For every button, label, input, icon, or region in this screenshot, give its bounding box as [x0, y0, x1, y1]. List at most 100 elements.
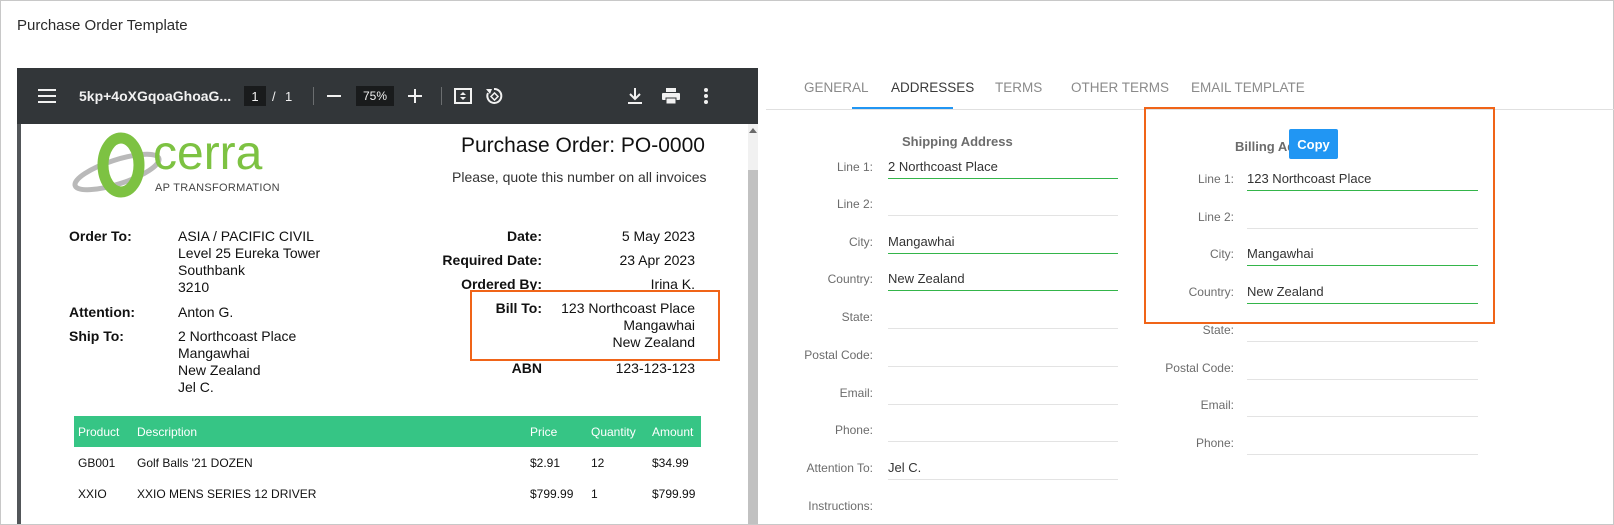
download-icon[interactable]: [623, 84, 647, 108]
page-total: 1: [285, 88, 293, 104]
company-logo: cerra AP TRANSFORMATION: [69, 127, 299, 210]
table-cell: 1: [591, 486, 598, 501]
shipping-city-label: City:: [849, 235, 873, 249]
order-to-line: Level 25 Eureka Tower: [178, 245, 321, 261]
abn-label: ABN: [511, 360, 542, 376]
billing-postal-code-field[interactable]: [1247, 357, 1478, 380]
pdf-toolbar: 5kp+4oXGqoaGhoaG... 1 / 1 75%: [17, 68, 758, 124]
menu-icon[interactable]: [35, 84, 59, 108]
tab-terms[interactable]: TERMS: [995, 68, 1042, 108]
required-date-label: Required Date:: [442, 252, 542, 268]
ship-to-line: 2 Northcoast Place: [178, 328, 297, 344]
shipping-line1-label: Line 1:: [836, 160, 873, 174]
table-cell: $34.99: [652, 455, 689, 470]
print-icon[interactable]: [659, 84, 683, 108]
tab-addresses[interactable]: ADDRESSES: [891, 68, 974, 108]
table-cell: $2.91: [530, 455, 561, 470]
tab-email-template[interactable]: EMAIL TEMPLATE: [1191, 68, 1305, 108]
pdf-viewer: 5kp+4oXGqoaGhoaG... 1 / 1 75% cerra AP T…: [17, 68, 758, 524]
po-title: Purchase Order: PO-0000: [461, 134, 705, 157]
shipping-state-label: State:: [841, 310, 873, 324]
billing-email-label: Email:: [1200, 398, 1234, 412]
billing-state-field[interactable]: [1247, 319, 1478, 342]
shipping-email-label: Email:: [839, 386, 873, 400]
shipping-country-field[interactable]: New Zealand: [888, 268, 1118, 291]
table-cell: XXIO MENS SERIES 12 DRIVER: [137, 486, 317, 501]
page-number-input[interactable]: 1: [244, 86, 266, 106]
pdf-filename: 5kp+4oXGqoaGhoaG...: [79, 88, 232, 104]
shipping-phone-field[interactable]: [888, 419, 1118, 442]
table-cell: XXIO: [78, 486, 107, 501]
billing-phone-field[interactable]: [1247, 432, 1478, 455]
billing-email-field[interactable]: [1247, 394, 1478, 417]
billing-address-highlight: [1144, 107, 1495, 324]
toolbar-divider: [441, 87, 442, 105]
billing-postal-code-label: Postal Code:: [1165, 361, 1234, 375]
tab-other-terms[interactable]: OTHER TERMS: [1071, 68, 1169, 108]
attention-value: Anton G.: [178, 304, 234, 320]
column-header: Description: [133, 416, 526, 447]
logo-tagline: AP TRANSFORMATION: [155, 182, 280, 194]
table-cell: GB001: [78, 455, 116, 470]
shipping-line2-label: Line 2:: [836, 197, 873, 211]
shipping-address-title: Shipping Address: [902, 134, 1013, 149]
zoom-input[interactable]: 75%: [356, 86, 394, 106]
bill-to-highlight: [470, 290, 720, 361]
toolbar-divider: [313, 87, 314, 105]
shipping-postal-code-field[interactable]: [888, 344, 1118, 367]
ship-to-line: Mangawhai: [178, 345, 250, 361]
billing-state-label: State:: [1202, 323, 1234, 337]
required-date-value: 23 Apr 2023: [619, 252, 695, 268]
shipping-country-label: Country:: [827, 272, 873, 286]
fit-page-icon[interactable]: [451, 84, 475, 108]
ship-to-label: Ship To:: [69, 328, 124, 344]
table-header-row: Product Description Price Quantity Amoun…: [74, 416, 701, 447]
line-items-table: Product Description Price Quantity Amoun…: [74, 416, 701, 509]
order-to-label: Order To:: [69, 228, 132, 244]
active-tab-indicator: [852, 107, 953, 109]
table-cell: Golf Balls '21 DOZEN: [137, 455, 253, 470]
date-value: 5 May 2023: [621, 228, 695, 244]
column-header: Quantity: [587, 416, 648, 447]
order-to-line: Southbank: [178, 262, 245, 278]
shipping-email-field[interactable]: [888, 382, 1118, 405]
table-cell: 12: [591, 455, 605, 470]
pdf-page: cerra AP TRANSFORMATION Purchase Order: …: [21, 124, 748, 524]
table-cell: $799.99: [530, 486, 574, 501]
shipping-phone-label: Phone:: [834, 423, 873, 437]
zoom-out-icon[interactable]: [322, 84, 346, 108]
shipping-line2-field[interactable]: [888, 193, 1118, 216]
column-header: Amount: [648, 416, 701, 447]
table-row: XXIO XXIO MENS SERIES 12 DRIVER $799.99 …: [74, 478, 701, 509]
ship-to-address: 2 Northcoast Place Mangawhai New Zealand…: [178, 328, 296, 396]
shipping-line1-field[interactable]: 2 Northcoast Place: [888, 156, 1118, 179]
ship-to-line: New Zealand: [178, 362, 261, 378]
attention-label: Attention:: [69, 304, 136, 320]
shipping-instructions-label: Instructions:: [808, 499, 873, 513]
table-row: GB001 Golf Balls '21 DOZEN $2.91 12 $34.…: [74, 447, 701, 478]
tab-bar: GENERAL ADDRESSES TERMS OTHER TERMS EMAI…: [766, 68, 1614, 110]
logo-text: cerra: [153, 127, 263, 180]
tab-general[interactable]: GENERAL: [804, 68, 869, 108]
date-label: Date:: [506, 228, 542, 244]
shipping-state-field[interactable]: [888, 306, 1118, 329]
order-to-line: ASIA / PACIFIC CIVIL: [178, 228, 314, 244]
scroll-up-arrow-icon[interactable]: [749, 128, 757, 133]
page-separator: /: [272, 88, 276, 104]
more-options-icon[interactable]: [694, 84, 718, 108]
shipping-city-field[interactable]: Mangawhai: [888, 231, 1118, 254]
shipping-attention-field[interactable]: Jel C.: [888, 457, 1118, 480]
abn-value: 123-123-123: [615, 360, 695, 376]
rotate-icon[interactable]: [482, 84, 506, 108]
ship-to-line: Jel C.: [178, 379, 214, 395]
column-header: Price: [526, 416, 587, 447]
po-note: Please, quote this number on all invoice…: [452, 169, 707, 185]
shipping-attention-label: Attention To:: [806, 461, 874, 475]
shipping-postal-code-label: Postal Code:: [804, 348, 873, 362]
column-header: Product: [74, 416, 133, 447]
billing-phone-label: Phone:: [1195, 436, 1234, 450]
table-cell: $799.99: [652, 486, 696, 501]
zoom-in-icon[interactable]: [403, 84, 427, 108]
order-to-address: ASIA / PACIFIC CIVIL Level 25 Eureka Tow…: [178, 228, 320, 296]
page-title: Purchase Order Template: [17, 17, 188, 34]
